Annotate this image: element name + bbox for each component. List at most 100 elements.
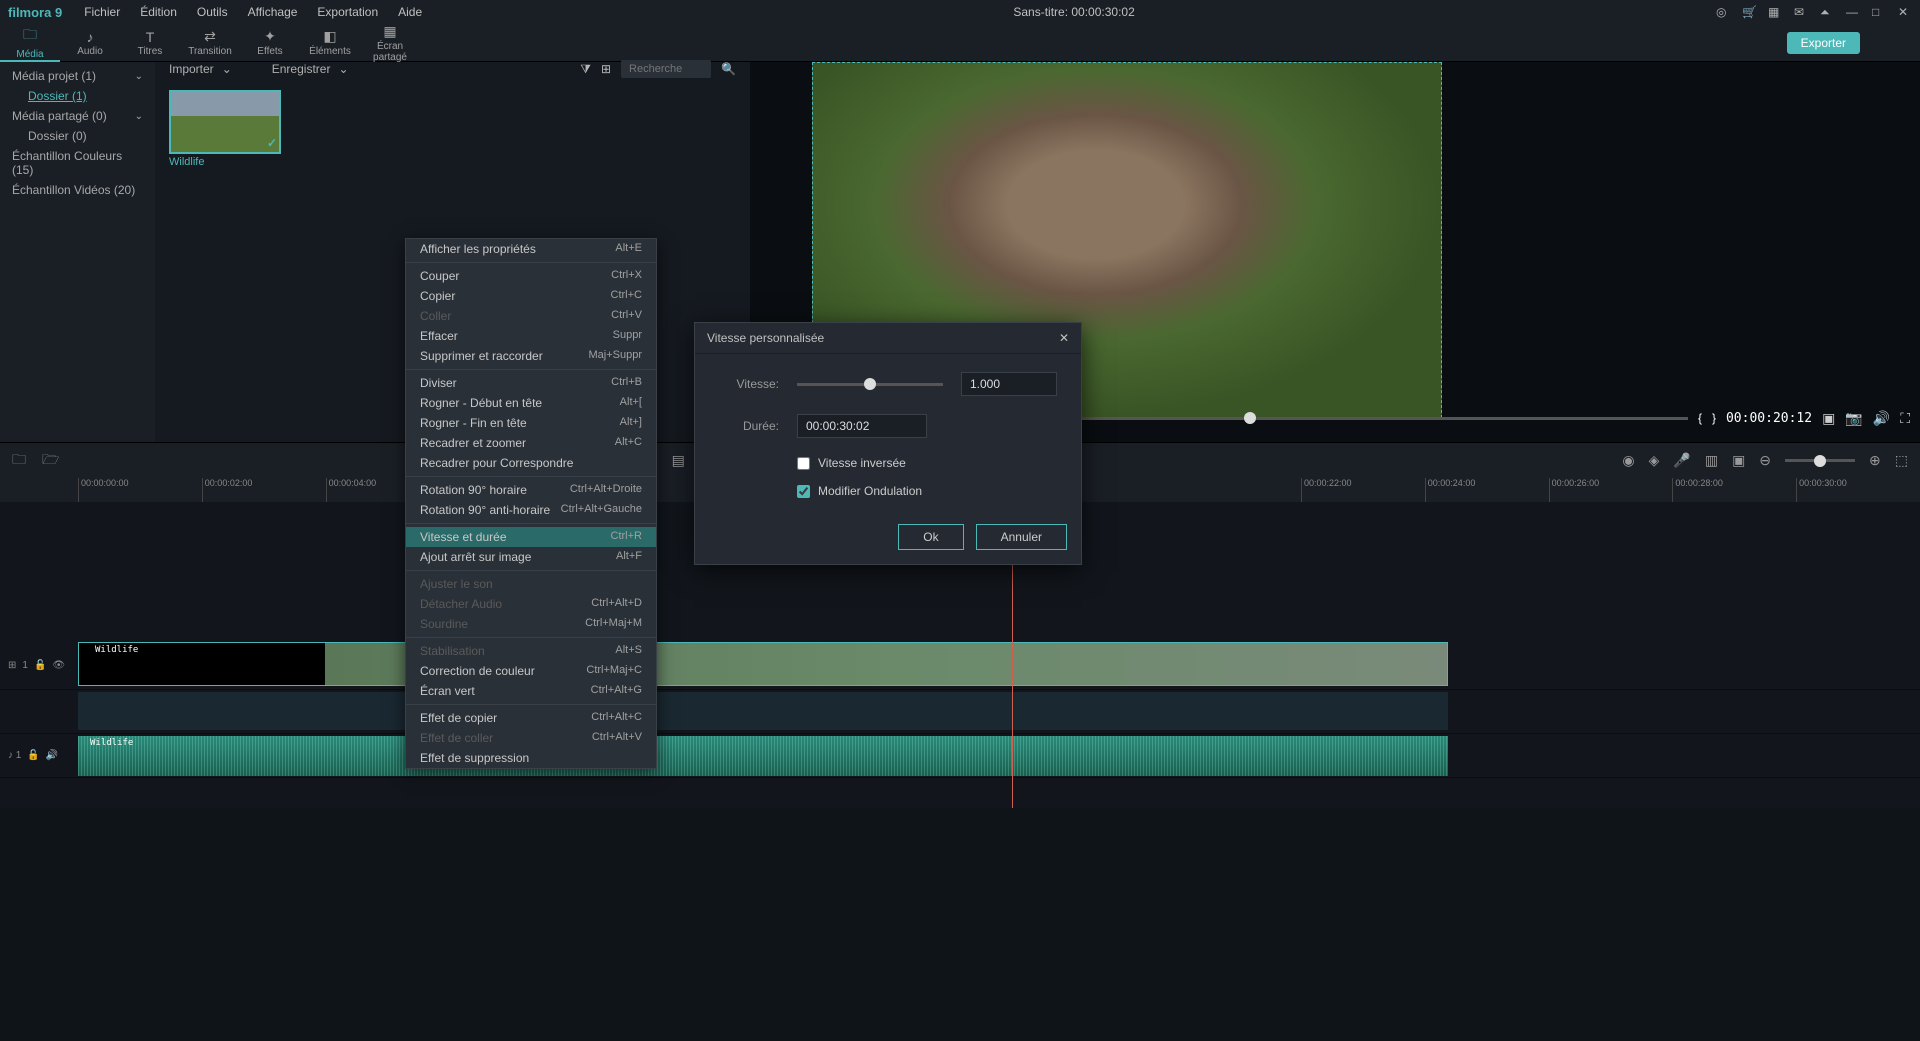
window-maximize-icon[interactable]: □ <box>1872 5 1886 19</box>
thumbnail-image <box>169 90 281 154</box>
menu-file[interactable]: Fichier <box>74 5 130 19</box>
context-menu-item[interactable]: Rotation 90° horaireCtrl+Alt+Droite <box>406 480 656 500</box>
mixer-icon[interactable]: ▥ <box>1705 452 1718 469</box>
context-menu-item[interactable]: Afficher les propriétésAlt+E <box>406 239 656 259</box>
search-input[interactable] <box>621 60 711 78</box>
greenscreen-icon[interactable]: ▤ <box>672 452 685 469</box>
volume-icon[interactable]: 🔊 <box>1873 410 1890 427</box>
context-menu-item[interactable]: Effet de suppression <box>406 748 656 768</box>
render-icon[interactable]: ◉ <box>1622 452 1634 469</box>
menu-tools[interactable]: Outils <box>187 5 238 19</box>
import-dropdown[interactable]: Importer⌄ <box>169 62 232 76</box>
ruler-tick: 00:00:24:00 <box>1425 478 1549 502</box>
sidebar-item-shared[interactable]: Média partagé (0)⌄ <box>0 106 155 126</box>
ripple-checkbox-input[interactable] <box>797 485 810 498</box>
context-menu-item[interactable]: Rotation 90° anti-horaireCtrl+Alt+Gauche <box>406 500 656 520</box>
audio-clip[interactable]: Wildlife <box>78 736 1448 776</box>
context-menu-item[interactable]: CopierCtrl+C <box>406 286 656 306</box>
placeholder-clip <box>78 692 1448 730</box>
screenshot-icon[interactable]: ▣ <box>1822 410 1835 427</box>
menu-edit[interactable]: Édition <box>130 5 187 19</box>
cancel-button[interactable]: Annuler <box>976 524 1067 550</box>
record-dropdown[interactable]: Enregistrer⌄ <box>272 62 349 76</box>
zoom-in-icon[interactable]: ⊕ <box>1869 452 1881 469</box>
mark-out-icon[interactable]: } <box>1712 411 1716 425</box>
context-menu-item[interactable]: Rogner - Début en têteAlt+[ <box>406 393 656 413</box>
context-menu-item[interactable]: Recadrer pour Correspondre <box>406 453 656 473</box>
reverse-checkbox-input[interactable] <box>797 457 810 470</box>
speed-slider[interactable] <box>797 383 943 386</box>
ripple-checkbox[interactable]: Modifier Ondulation <box>797 484 1057 498</box>
eye-icon[interactable]: 👁 <box>52 660 65 671</box>
video-track-header[interactable]: ⊞ 1 🔓 👁 <box>0 660 78 671</box>
context-menu-item[interactable]: Écran vertCtrl+Alt+G <box>406 681 656 701</box>
lock-icon[interactable]: 🔓 <box>34 660 46 671</box>
speed-input[interactable] <box>961 372 1057 396</box>
elements-icon: ◧ <box>300 28 360 45</box>
menu-view[interactable]: Affichage <box>238 5 308 19</box>
video-track-placeholder <box>0 690 1920 734</box>
audio-track-header[interactable]: ♪ 1 🔓 🔊 <box>0 750 78 761</box>
zoom-fit-icon[interactable]: ⬚ <box>1895 452 1908 469</box>
context-menu-item[interactable]: CouperCtrl+X <box>406 266 656 286</box>
account-icon[interactable]: ◎ <box>1716 5 1730 19</box>
filter-icon[interactable]: ⧩ <box>580 62 591 77</box>
sidebar-item-videos[interactable]: Échantillon Vidéos (20) <box>0 180 155 200</box>
ok-button[interactable]: Ok <box>898 524 963 550</box>
context-menu-item[interactable]: Correction de couleurCtrl+Maj+C <box>406 661 656 681</box>
fullscreen-icon[interactable]: ⛶ <box>1900 410 1910 427</box>
video-clip[interactable]: Wildlife <box>78 642 1448 686</box>
menu-help[interactable]: Aide <box>388 5 432 19</box>
search-icon[interactable]: 🔍 <box>721 62 736 76</box>
tab-titles[interactable]: TTitres <box>120 29 180 57</box>
sidebar-item-folder-project[interactable]: Dossier (1) <box>0 86 155 106</box>
zoom-slider[interactable] <box>1785 459 1855 462</box>
tab-splitscreen[interactable]: ▦Écran partagé <box>360 23 420 63</box>
grid-view-icon[interactable]: ⊞ <box>601 62 611 76</box>
tab-media[interactable]: 🗀Média <box>0 24 60 62</box>
folder-icon[interactable]: 🗁 <box>42 449 59 473</box>
tab-elements[interactable]: ◧Éléments <box>300 28 360 57</box>
app-logo: filmora 9 <box>8 5 62 20</box>
tab-effects[interactable]: ✦Effets <box>240 28 300 57</box>
mic-icon[interactable]: ⏶ <box>1820 5 1834 19</box>
mail-icon[interactable]: ✉ <box>1794 5 1808 19</box>
window-close-icon[interactable]: ✕ <box>1898 5 1912 19</box>
context-menu-item[interactable]: Effet de copierCtrl+Alt+C <box>406 708 656 728</box>
duration-label: Durée: <box>719 419 779 433</box>
new-folder-icon[interactable]: 🗀 <box>12 449 26 473</box>
camera-icon[interactable]: 📷 <box>1845 410 1862 427</box>
duration-input[interactable] <box>797 414 927 438</box>
media-thumbnail[interactable]: Wildlife <box>169 90 281 168</box>
lock-icon[interactable]: 🔓 <box>27 750 39 761</box>
export-button[interactable]: Exporter <box>1787 32 1860 54</box>
sidebar-item-colors[interactable]: Échantillon Couleurs (15) <box>0 146 155 180</box>
menu-separator <box>406 570 656 571</box>
sidebar-item-folder-shared[interactable]: Dossier (0) <box>0 126 155 146</box>
mark-in-icon[interactable]: { <box>1698 411 1702 425</box>
marker-icon[interactable]: ◈ <box>1649 452 1660 469</box>
close-icon[interactable]: ✕ <box>1059 331 1069 345</box>
reverse-checkbox[interactable]: Vitesse inversée <box>797 456 1057 470</box>
sidebar-item-project[interactable]: Média projet (1)⌄ <box>0 66 155 86</box>
tab-audio[interactable]: ♪Audio <box>60 29 120 57</box>
window-minimize-icon[interactable]: — <box>1846 5 1860 19</box>
cart-icon[interactable]: 🛒 <box>1742 5 1756 19</box>
record-icon[interactable]: ▣ <box>1732 452 1745 469</box>
context-menu-item[interactable]: Vitesse et duréeCtrl+R <box>406 527 656 547</box>
tab-transition[interactable]: ⇄Transition <box>180 28 240 57</box>
context-menu-item[interactable]: Rogner - Fin en têteAlt+] <box>406 413 656 433</box>
context-menu-item[interactable]: DiviserCtrl+B <box>406 373 656 393</box>
chevron-down-icon: ⌄ <box>135 71 143 82</box>
context-menu-item[interactable]: EffacerSuppr <box>406 326 656 346</box>
menu-export[interactable]: Exportation <box>307 5 388 19</box>
context-menu-item[interactable]: Recadrer et zoomerAlt+C <box>406 433 656 453</box>
zoom-out-icon[interactable]: ⊖ <box>1759 452 1771 469</box>
context-menu-item[interactable]: Supprimer et raccorderMaj+Suppr <box>406 346 656 366</box>
voiceover-icon[interactable]: 🎤 <box>1673 452 1690 469</box>
star-icon: ✦ <box>240 28 300 45</box>
speaker-icon[interactable]: 🔊 <box>46 750 58 761</box>
context-menu-item[interactable]: Ajout arrêt sur imageAlt+F <box>406 547 656 567</box>
menu-separator <box>406 369 656 370</box>
layout-icon[interactable]: ▦ <box>1768 5 1782 19</box>
